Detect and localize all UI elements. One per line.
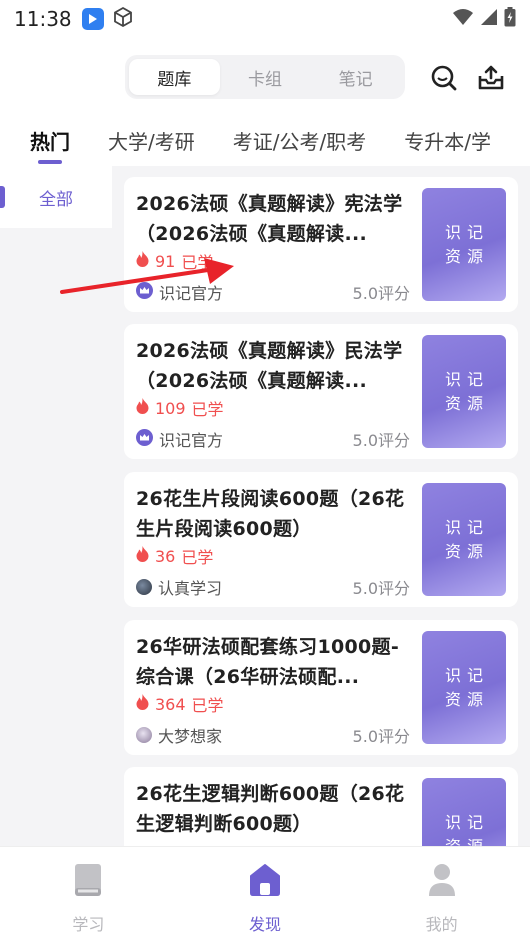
tab-university-exam[interactable]: 大学/考研 <box>108 118 195 166</box>
card-author: 大梦想家 <box>136 723 222 747</box>
sidebar: 全部 <box>0 166 112 228</box>
tab-hot[interactable]: 热门 <box>30 118 70 166</box>
card-rating: 5.0评分 <box>352 727 410 746</box>
card-rating: 5.0评分 <box>352 579 410 598</box>
card-title: 2026法硕《真题解读》民法学（2026法硕《真题解读... <box>136 340 403 392</box>
nav-discover-label: 发现 <box>249 915 282 934</box>
category-tabs: 热门 大学/考研 考证/公考/职考 专升本/学 <box>0 118 530 166</box>
learner-number: 364 <box>155 694 186 714</box>
nav-study-label: 学习 <box>72 915 105 934</box>
card-title: 26花生逻辑判断600题（26花生逻辑判断600题） <box>136 783 405 835</box>
top-bar: 题库 卡组 笔记 <box>0 52 530 104</box>
card-title: 26花生片段阅读600题（26花生片段阅读600题） <box>136 488 405 540</box>
learned-label: 已学 <box>181 548 214 567</box>
flame-icon <box>136 398 149 418</box>
tab-upgrade[interactable]: 专升本/学 <box>404 118 491 166</box>
card-author: 识记官方 <box>136 427 223 451</box>
learner-count: 109 已学 <box>136 396 224 420</box>
official-crown-icon <box>136 428 153 450</box>
cover-text: 识记资源 <box>444 222 489 266</box>
tab-certification[interactable]: 考证/公考/职考 <box>233 118 366 166</box>
bottom-navigation: 学习 发现 我的 <box>0 846 530 942</box>
avatar <box>136 579 152 595</box>
status-time: 11:38 <box>14 7 72 31</box>
segment-question-bank[interactable]: 题库 <box>129 59 220 95</box>
nav-study[interactable]: 学习 <box>0 847 177 942</box>
wifi-icon <box>452 7 474 31</box>
list-item[interactable]: 26华研法硕配套练习1000题-综合课（26华研法硕配... 364 已学 大梦… <box>124 620 518 755</box>
flame-icon <box>136 546 149 566</box>
search-icon[interactable] <box>430 64 458 92</box>
status-bar: 11:38 <box>0 0 530 38</box>
author-name: 大梦想家 <box>158 727 223 746</box>
segment-card-deck[interactable]: 卡组 <box>220 59 311 95</box>
list-item[interactable]: 26花生片段阅读600题（26花生片段阅读600题） 36 已学 认真学习 5.… <box>124 472 518 607</box>
notification-app-icon <box>81 8 104 30</box>
cube-icon <box>112 6 134 33</box>
segment-notes[interactable]: 笔记 <box>310 59 401 95</box>
card-title: 26华研法硕配套练习1000题-综合课（26华研法硕配... <box>136 636 400 688</box>
author-name: 识记官方 <box>159 431 224 450</box>
home-icon <box>249 863 281 901</box>
annotation-arrow-icon <box>60 258 234 294</box>
card-rating: 5.0评分 <box>352 284 410 303</box>
flame-icon <box>136 694 149 714</box>
cover-text: 识记资源 <box>444 665 489 709</box>
list-item[interactable]: 2026法硕《真题解读》民法学（2026法硕《真题解读... 109 已学 识记… <box>124 324 518 459</box>
avatar <box>136 727 152 743</box>
learner-number: 36 <box>155 546 176 566</box>
learned-label: 已学 <box>191 400 224 419</box>
card-author: 认真学习 <box>136 575 222 599</box>
segmented-control: 题库 卡组 笔记 <box>125 55 405 99</box>
nav-discover[interactable]: 发现 <box>177 847 354 942</box>
learned-label: 已学 <box>191 696 224 715</box>
card-title: 2026法硕《真题解读》宪法学（2026法硕《真题解读... <box>136 193 403 245</box>
card-cover: 识记资源 <box>422 631 506 744</box>
author-name: 认真学习 <box>158 579 223 598</box>
battery-icon <box>504 6 516 32</box>
signal-icon <box>480 7 498 31</box>
card-cover: 识记资源 <box>422 335 506 448</box>
user-icon <box>427 863 457 901</box>
learner-count: 36 已学 <box>136 544 213 568</box>
book-icon <box>73 863 103 901</box>
cover-text: 识记资源 <box>444 517 489 561</box>
card-cover: 识记资源 <box>422 483 506 596</box>
cover-text: 识记资源 <box>444 369 489 413</box>
nav-mine[interactable]: 我的 <box>353 847 530 942</box>
card-rating: 5.0评分 <box>352 431 410 450</box>
learner-number: 109 <box>155 398 186 418</box>
nav-mine-label: 我的 <box>425 915 458 934</box>
card-cover: 识记资源 <box>422 188 506 301</box>
upload-tray-icon[interactable] <box>477 64 505 92</box>
learner-count: 364 已学 <box>136 692 224 716</box>
sidebar-item-all[interactable]: 全部 <box>0 166 112 228</box>
